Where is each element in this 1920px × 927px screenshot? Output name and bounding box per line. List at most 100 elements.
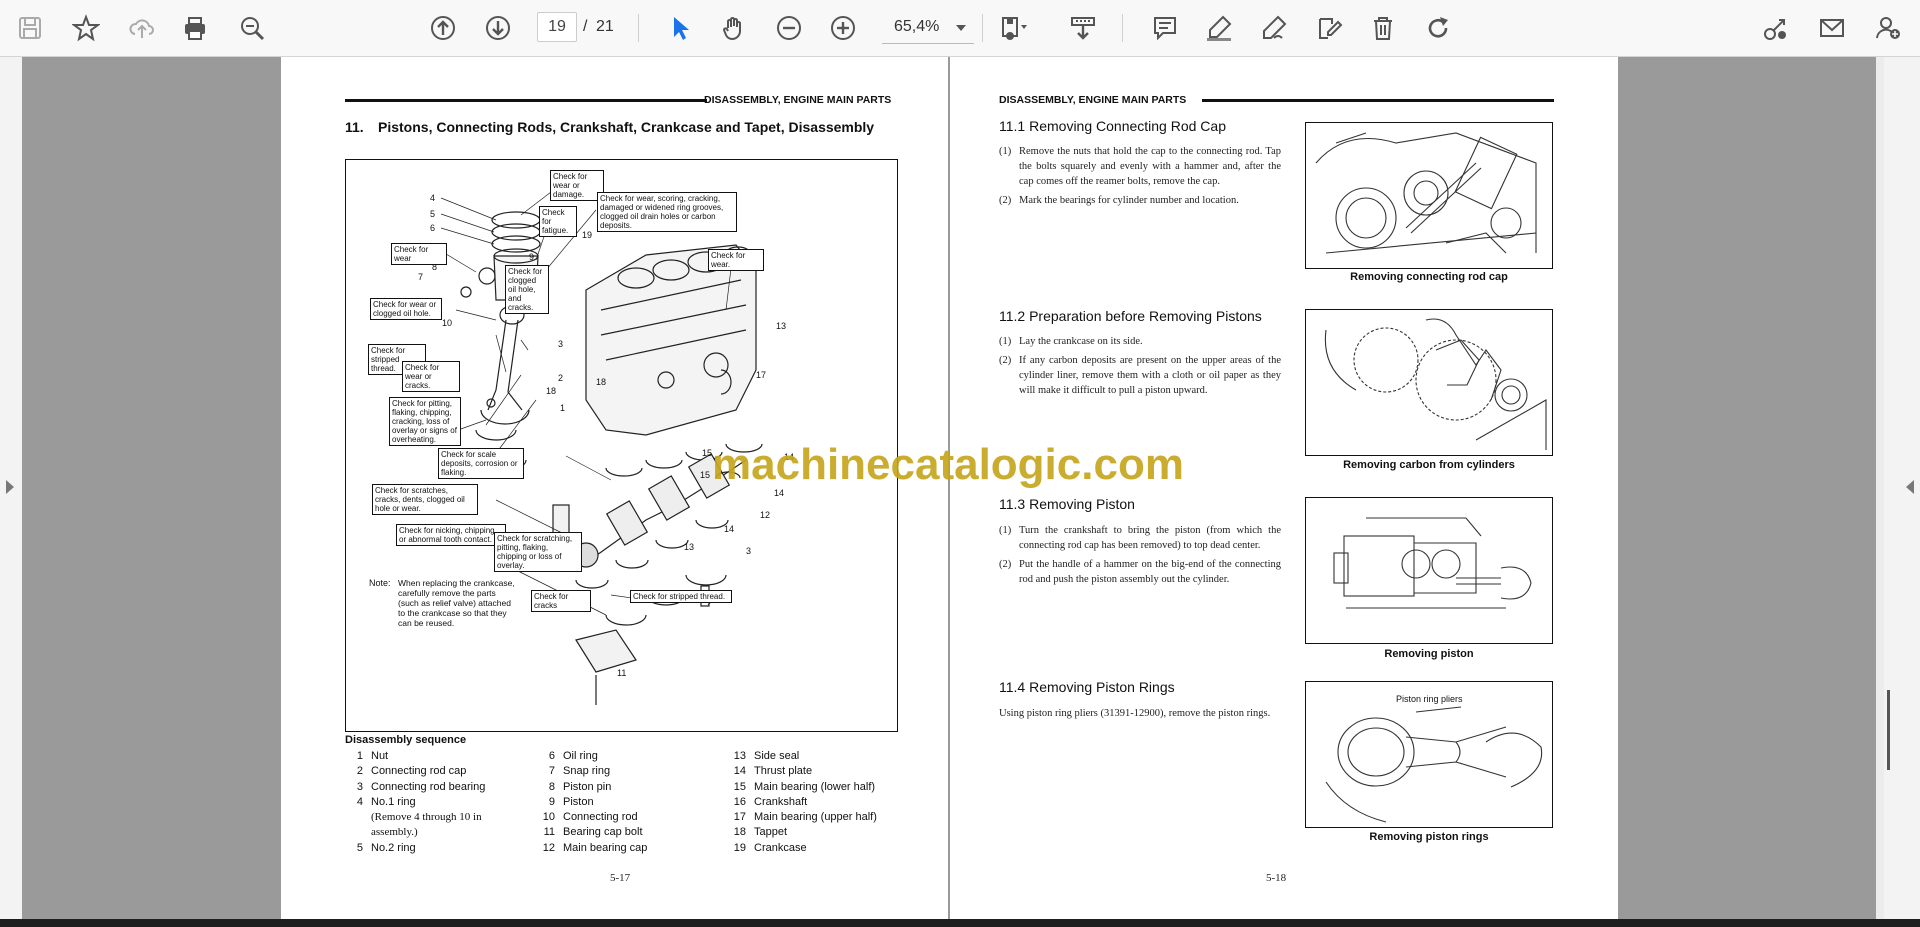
part-number: 12 <box>760 510 770 520</box>
save-icon[interactable] <box>14 12 46 44</box>
part-number: 13 <box>684 542 694 552</box>
sequence-item: 9 Piston <box>548 795 594 808</box>
running-head: DISASSEMBLY, ENGINE MAIN PARTS <box>704 94 892 106</box>
part-number: 3 <box>746 546 751 556</box>
sequence-item: 1 Nut <box>356 750 389 762</box>
sequence-item: 12 Main bearing cap <box>542 841 648 854</box>
part-number: 3 <box>558 339 563 349</box>
hand-tool-icon[interactable] <box>718 12 750 44</box>
sequence-item: 17 Main bearing (upper half) <box>733 811 877 824</box>
section-title: 11.1 Removing Connecting Rod Cap <box>999 118 1226 134</box>
toolbar-divider <box>1122 14 1123 42</box>
note-text: When replacing the crankcase, carefully … <box>398 578 515 628</box>
print-icon[interactable] <box>179 12 211 44</box>
scrollbar-thumb[interactable] <box>1887 690 1890 770</box>
expand-left-panel-icon[interactable] <box>6 480 14 494</box>
sequence-item: 19 Crankcase <box>733 841 807 854</box>
watermark: machinecatalogic.com <box>712 440 1184 489</box>
diagram-callout: Check for wear, scoring, cracking, damag… <box>597 192 737 232</box>
part-number: 10 <box>442 318 452 328</box>
zoom-value: 65,4% <box>894 18 940 35</box>
step-item: (1) Lay the crankcase on its side. <box>999 336 1143 347</box>
right-panel-gutter <box>1880 57 1920 919</box>
part-number: 14 <box>724 524 734 534</box>
diagram-callout: Check for scratches, cracks, dents, clog… <box>372 484 478 515</box>
photo-caption: Removing carbon from cylinders <box>1343 459 1515 471</box>
sequence-column-1: 1 Nut 2 Connecting rod cap 3 Connecting rod… <box>345 749 520 856</box>
delete-icon[interactable] <box>1367 12 1399 44</box>
arrow-up-circle-icon[interactable] <box>427 12 459 44</box>
comment-icon[interactable] <box>1149 12 1181 44</box>
diagram-callout: Check for pitting, flaking, chipping, cr… <box>389 397 461 446</box>
diagram-callout: Check for wear <box>391 243 447 265</box>
diagram-callout: Check for scale deposits, corrosion or f… <box>438 448 524 479</box>
sequence-item: 4 No.1 ring <box>356 795 416 808</box>
part-number: 2 <box>558 373 563 383</box>
diagram-callout: Check for nicking, chipping, or abnormal… <box>396 524 506 546</box>
pen-icon[interactable] <box>1258 12 1290 44</box>
photo-caption: Removing connecting rod cap <box>1350 271 1508 283</box>
star-icon[interactable] <box>70 12 102 44</box>
part-number: 6 <box>430 223 435 233</box>
diagram-callout: Check for fatigue. <box>539 206 577 237</box>
sequence-title: Disassembly sequence <box>345 734 467 746</box>
add-user-icon[interactable] <box>1872 12 1904 44</box>
part-number: 18 <box>596 377 606 387</box>
toolbar-divider <box>982 14 983 42</box>
sequence-item: 10 Connecting rod <box>542 811 638 824</box>
select-cursor-icon[interactable] <box>664 12 696 44</box>
page-number: 5-18 <box>1266 872 1287 884</box>
scrollbar-track[interactable] <box>1876 57 1884 919</box>
share-link-icon[interactable] <box>1760 12 1792 44</box>
arrow-down-circle-icon[interactable] <box>482 12 514 44</box>
photo-carbon-cylinders <box>1305 309 1553 456</box>
section-title: 11.3 Removing Piston <box>999 496 1135 512</box>
chevron-down-icon <box>956 25 966 31</box>
diagram-callout: Check for wear. <box>708 249 764 271</box>
pdf-toolbar: 19 / 21 65,4% <box>0 0 1920 57</box>
sequence-item: (Remove 4 through 10 in <box>371 811 482 824</box>
download-tray-icon[interactable] <box>1067 12 1099 44</box>
part-number: 7 <box>418 272 423 282</box>
sequence-item: 3 Connecting rod bearing <box>356 780 486 793</box>
header-rule <box>345 99 707 102</box>
part-number: 9 <box>529 252 534 262</box>
taskbar-strip <box>0 919 1920 927</box>
upload-cloud-icon[interactable] <box>126 12 158 44</box>
zoom-out-search-icon[interactable] <box>236 12 268 44</box>
zoom-select[interactable]: 65,4% <box>882 12 974 44</box>
part-number: 15 <box>700 470 710 480</box>
diagram-callout: Check for stripped thread. <box>630 590 732 603</box>
section-body: Using piston ring pliers (31391-12900), … <box>999 706 1281 721</box>
step-item: (2) Mark the bearings for cylinder number… <box>999 195 1239 206</box>
sequence-item: 2 Connecting rod cap <box>356 765 467 778</box>
part-number: 5 <box>430 209 435 219</box>
signature-icon[interactable] <box>1313 12 1345 44</box>
photo-removing-piston <box>1305 497 1553 644</box>
diagram-callout: Check for cracks <box>531 590 591 612</box>
heading-number: 11. <box>345 119 364 135</box>
sequence-item: 15 Main bearing (lower half) <box>733 780 876 793</box>
part-number: 4 <box>430 193 435 203</box>
rotate-icon[interactable] <box>1422 12 1454 44</box>
zoom-out-icon[interactable] <box>773 12 805 44</box>
email-icon[interactable] <box>1816 12 1848 44</box>
part-number: 15 <box>702 448 712 458</box>
sequence-item: 14 Thrust plate <box>733 765 813 778</box>
heading-text: Pistons, Connecting Rods, Crankshaft, Cr… <box>378 119 875 135</box>
section-body: (1) Turn the crankshaft to bring the pist… <box>999 523 1281 591</box>
sequence-item: 13 Side seal <box>733 750 800 762</box>
page-fit-icon[interactable] <box>998 12 1030 44</box>
sequence-item: 18 Tappet <box>733 826 788 839</box>
step-item: (2) Put the handle of a hammer on the big… <box>999 559 1281 585</box>
page-separator: / <box>583 18 588 35</box>
photo-caption: Removing piston <box>1384 648 1474 660</box>
zoom-in-icon[interactable] <box>827 12 859 44</box>
highlighter-icon[interactable] <box>1203 12 1235 44</box>
page-number-input[interactable]: 19 <box>537 12 577 42</box>
expand-right-panel-icon[interactable] <box>1906 480 1914 494</box>
part-number: 13 <box>776 321 786 331</box>
sequence-item: 5 No.2 ring <box>356 841 416 854</box>
photo-label: Piston ring pliers <box>1396 694 1463 704</box>
diagram-callout: Check for clogged oil hole, and cracks. <box>505 265 549 314</box>
